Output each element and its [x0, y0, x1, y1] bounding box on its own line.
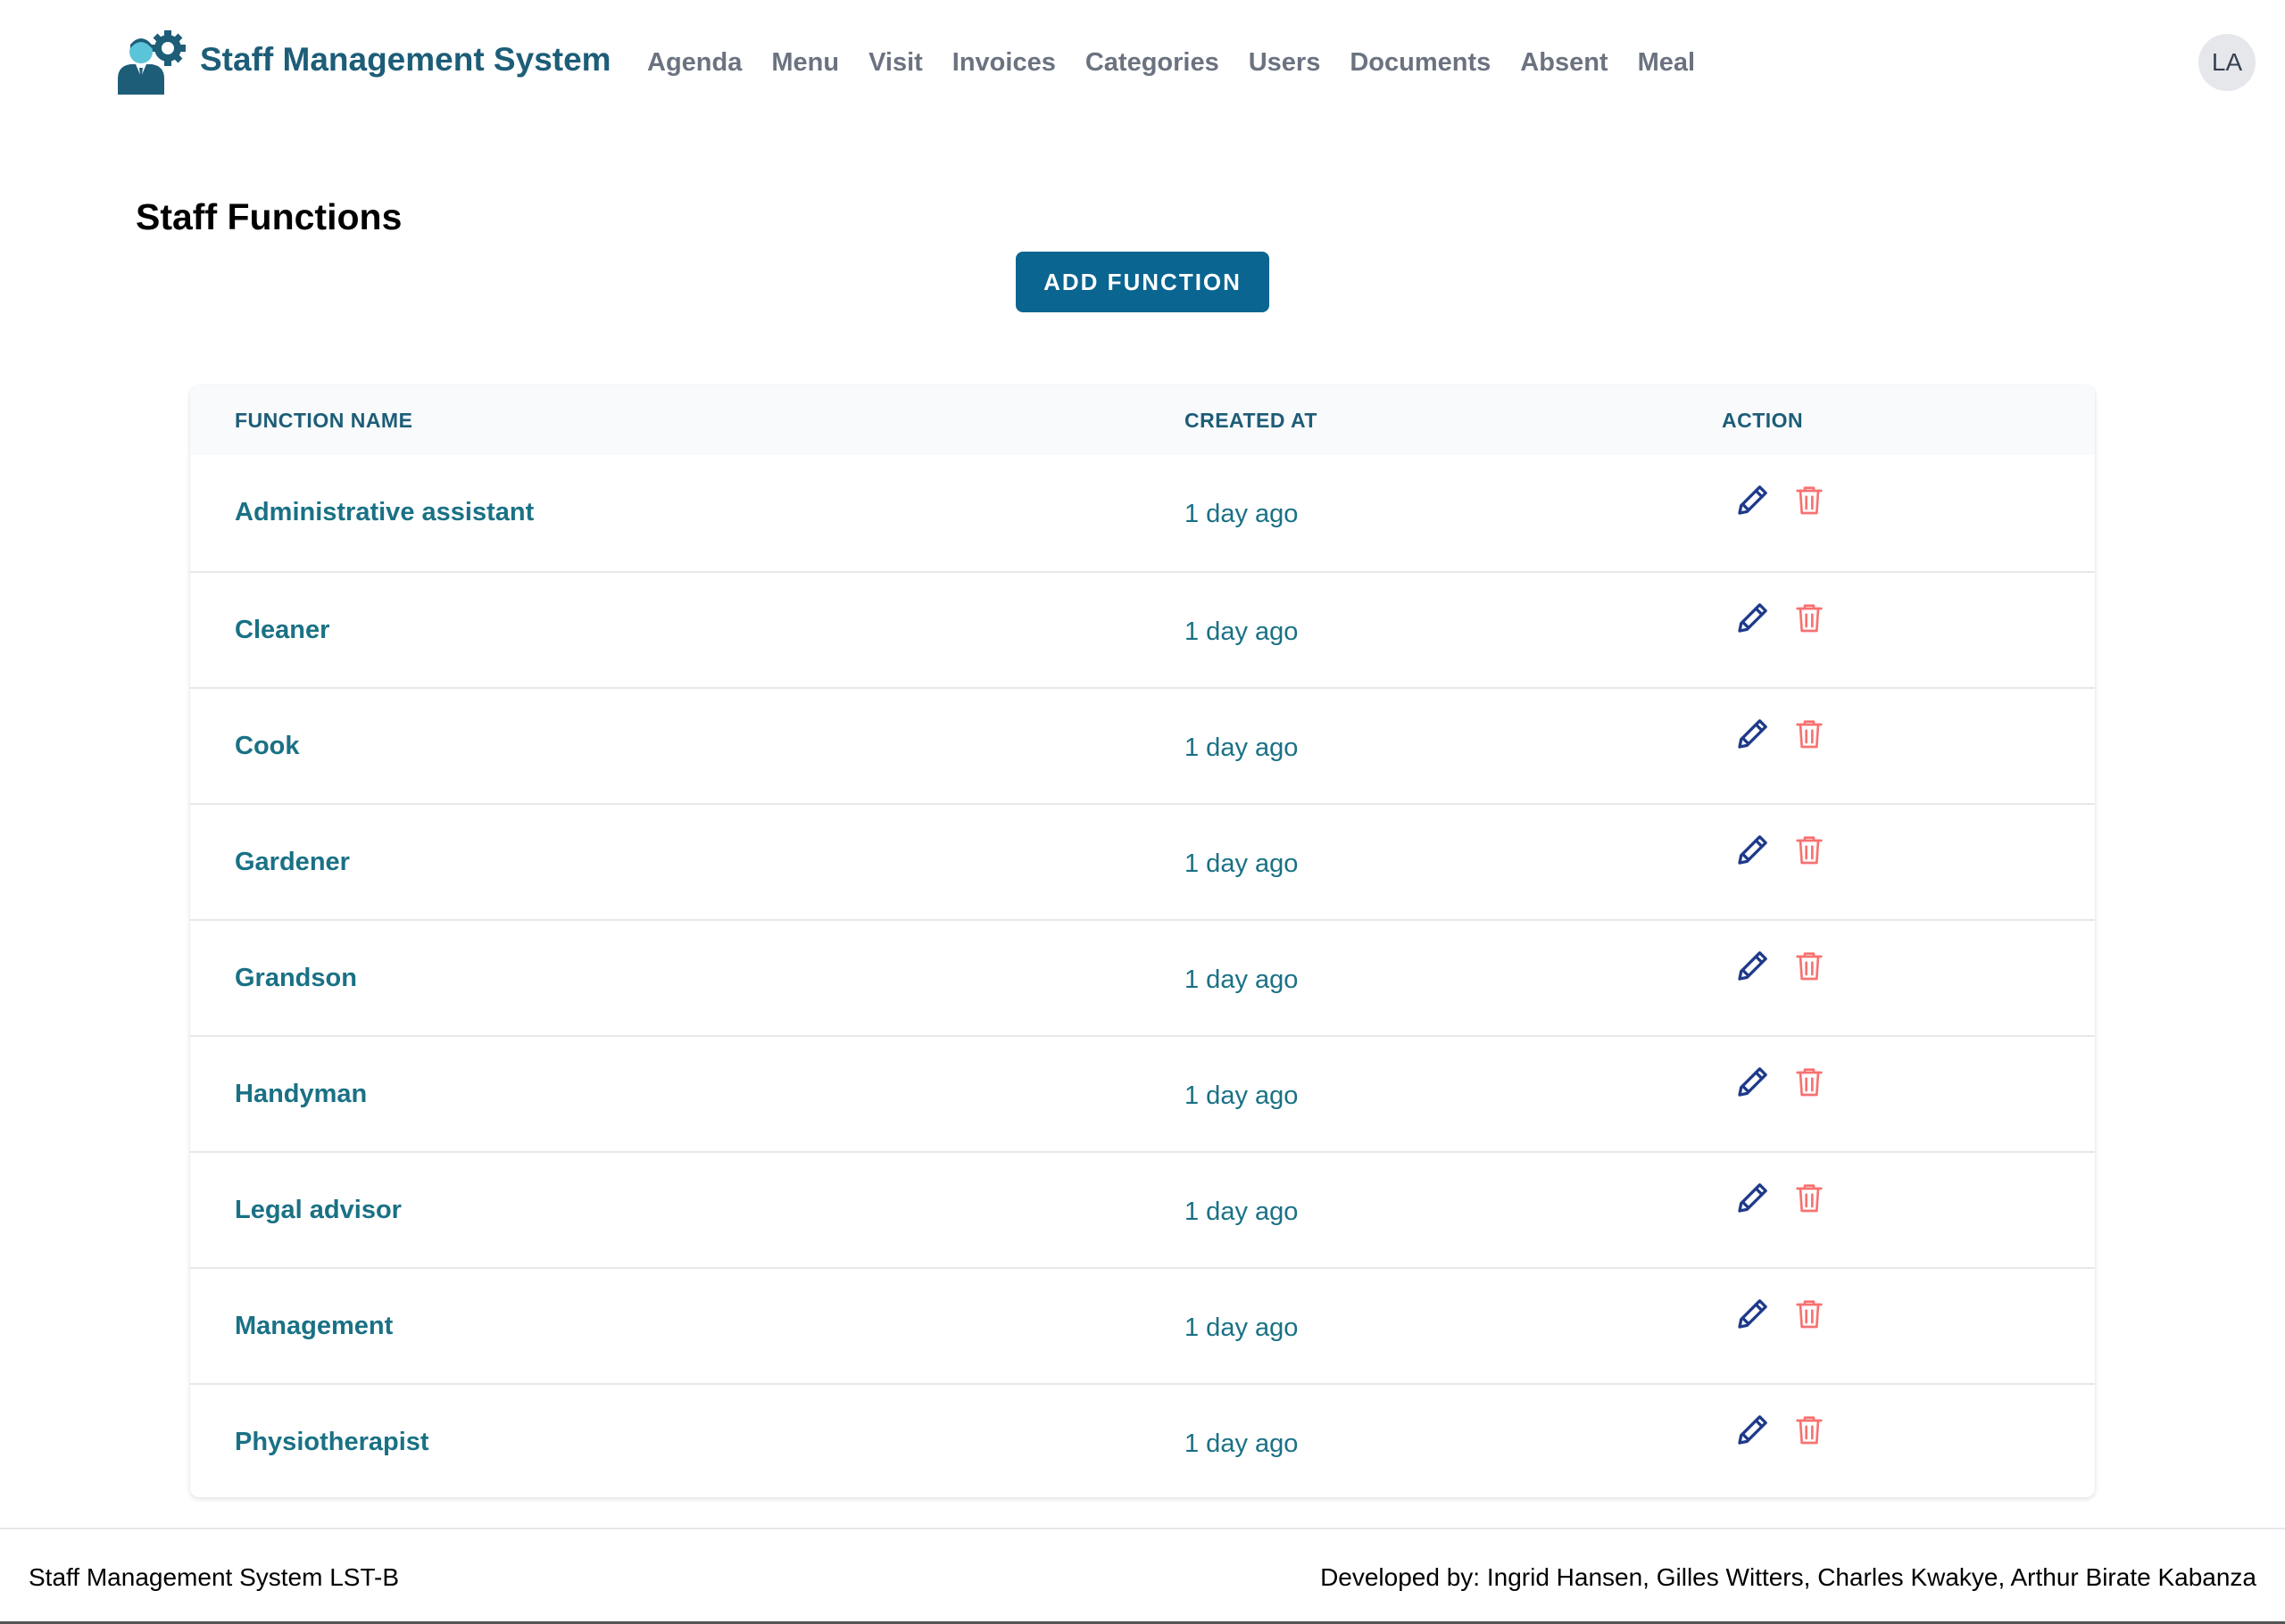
page-title: Staff Functions [136, 196, 403, 237]
function-name-link[interactable]: Handyman [235, 1080, 367, 1109]
function-name-link[interactable]: Legal advisor [235, 1196, 402, 1225]
nav-item-documents[interactable]: Documents [1350, 48, 1491, 78]
function-name-link[interactable]: Physiotherapist [235, 1428, 429, 1457]
created-at-value: 1 day ago [1184, 617, 1299, 646]
staff-logo-icon[interactable] [114, 29, 187, 95]
navbar: Staff Management System Agenda Menu Visi… [0, 0, 2285, 129]
pencil-icon[interactable] [1735, 716, 1771, 751]
created-at-value: 1 day ago [1184, 1429, 1299, 1458]
table-header: FUNCTION NAME CREATED AT ACTION [190, 385, 2095, 455]
column-header-function-name: FUNCTION NAME [235, 409, 413, 432]
created-at-value: 1 day ago [1184, 733, 1299, 762]
footer-app-name: Staff Management System LST-B [29, 1563, 400, 1591]
table-body: Administrative assistant 1 day ago Cleaner… [190, 455, 2095, 1497]
nav-item-invoices[interactable]: Invoices [952, 48, 1056, 78]
trash-icon[interactable] [1791, 1064, 1827, 1099]
table-row: Physiotherapist 1 day ago [190, 1383, 2095, 1497]
brand-title[interactable]: Staff Management System [200, 41, 611, 79]
table-row: Grandson 1 day ago [190, 919, 2095, 1035]
created-at-value: 1 day ago [1184, 500, 1299, 528]
table-row: Cleaner 1 day ago [190, 571, 2095, 687]
trash-icon[interactable] [1791, 716, 1827, 751]
trash-icon[interactable] [1791, 832, 1827, 867]
nav-item-absent[interactable]: Absent [1520, 48, 1608, 78]
pencil-icon[interactable] [1735, 482, 1771, 518]
nav-item-agenda[interactable]: Agenda [647, 48, 742, 78]
created-at-value: 1 day ago [1184, 849, 1299, 878]
pencil-icon[interactable] [1735, 948, 1771, 983]
trash-icon[interactable] [1791, 1296, 1827, 1331]
nav-item-users[interactable]: Users [1249, 48, 1321, 78]
pencil-icon[interactable] [1735, 1412, 1771, 1447]
trash-icon[interactable] [1791, 948, 1827, 983]
table-row: Handyman 1 day ago [190, 1035, 2095, 1151]
pencil-icon[interactable] [1735, 1064, 1771, 1099]
function-name-link[interactable]: Administrative assistant [235, 498, 534, 527]
footer: Staff Management System LST-B Developed … [0, 1528, 2285, 1624]
table-row: Legal advisor 1 day ago [190, 1151, 2095, 1267]
created-at-value: 1 day ago [1184, 965, 1299, 994]
column-header-created-at: CREATED AT [1184, 409, 1317, 432]
function-name-link[interactable]: Cleaner [235, 616, 329, 645]
created-at-value: 1 day ago [1184, 1313, 1299, 1342]
table-row: Administrative assistant 1 day ago [190, 455, 2095, 571]
add-function-button[interactable]: ADD FUNCTION [1016, 252, 1269, 312]
table-row: Management 1 day ago [190, 1267, 2095, 1383]
function-name-link[interactable]: Management [235, 1312, 393, 1341]
nav-item-categories[interactable]: Categories [1085, 48, 1219, 78]
trash-icon[interactable] [1791, 1180, 1827, 1215]
created-at-value: 1 day ago [1184, 1081, 1299, 1110]
main-nav: Agenda Menu Visit Invoices Categories Us… [647, 48, 1724, 78]
functions-table: FUNCTION NAME CREATED AT ACTION Administ… [190, 385, 2095, 1497]
table-row: Cook 1 day ago [190, 687, 2095, 803]
pencil-icon[interactable] [1735, 832, 1771, 867]
trash-icon[interactable] [1791, 600, 1827, 635]
column-header-action: ACTION [1722, 409, 1804, 432]
trash-icon[interactable] [1791, 1412, 1827, 1447]
nav-item-visit[interactable]: Visit [868, 48, 923, 78]
pencil-icon[interactable] [1735, 600, 1771, 635]
user-avatar[interactable]: LA [2198, 34, 2256, 91]
function-name-link[interactable]: Gardener [235, 848, 350, 877]
created-at-value: 1 day ago [1184, 1197, 1299, 1226]
pencil-icon[interactable] [1735, 1296, 1771, 1331]
table-row: Gardener 1 day ago [190, 803, 2095, 919]
nav-item-menu[interactable]: Menu [771, 48, 839, 78]
function-name-link[interactable]: Cook [235, 732, 300, 761]
nav-item-meal[interactable]: Meal [1638, 48, 1695, 78]
function-name-link[interactable]: Grandson [235, 964, 357, 993]
trash-icon[interactable] [1791, 482, 1827, 518]
pencil-icon[interactable] [1735, 1180, 1771, 1215]
footer-credits: Developed by: Ingrid Hansen, Gilles Witt… [1320, 1563, 2256, 1591]
